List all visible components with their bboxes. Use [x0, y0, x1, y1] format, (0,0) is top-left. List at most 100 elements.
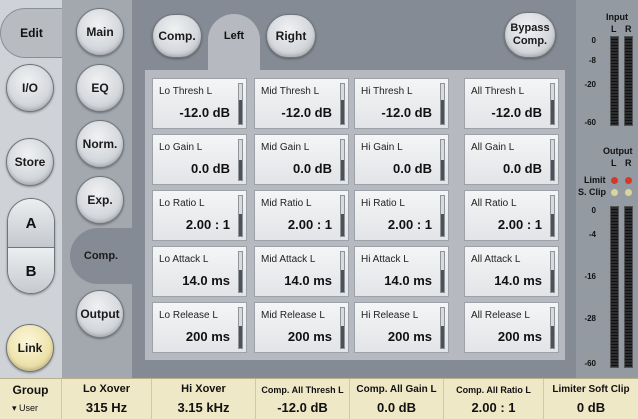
- param-slider-fill: [551, 160, 554, 180]
- param-cell[interactable]: All Gain L 0.0 dB: [464, 134, 559, 185]
- input-tick: -20: [584, 80, 596, 89]
- ab-selector: A B: [7, 198, 55, 294]
- right-channel-button[interactable]: Right: [266, 14, 316, 58]
- param-slider[interactable]: [340, 195, 345, 237]
- param-cell[interactable]: Lo Gain L 0.0 dB: [152, 134, 247, 185]
- comp-tab-label: Comp.: [158, 29, 196, 43]
- param-value: 200 ms: [387, 329, 432, 344]
- param-slider[interactable]: [550, 139, 555, 181]
- param-cell[interactable]: Lo Release L 200 ms: [152, 302, 247, 353]
- param-slider-fill: [441, 270, 444, 292]
- input-meter-title: Input: [606, 12, 628, 22]
- param-slider-fill: [441, 326, 444, 348]
- a-button[interactable]: A: [8, 199, 54, 247]
- param-cell[interactable]: Mid Gain L 0.0 dB: [254, 134, 349, 185]
- param-slider-fill: [441, 214, 444, 236]
- left-channel-tab[interactable]: Left: [208, 14, 260, 70]
- param-value: 14.0 ms: [284, 273, 332, 288]
- param-cell[interactable]: All Release L 200 ms: [464, 302, 559, 353]
- param-label: All Attack L: [471, 254, 521, 265]
- param-value: 2.00 : 1: [387, 217, 432, 232]
- param-cell[interactable]: All Attack L 14.0 ms: [464, 246, 559, 297]
- param-slider[interactable]: [440, 251, 445, 293]
- section-output-button[interactable]: Output: [76, 290, 124, 338]
- param-slider[interactable]: [238, 195, 243, 237]
- input-r-label: R: [625, 24, 632, 34]
- section-main-button[interactable]: Main: [76, 8, 124, 56]
- store-button-label: Store: [14, 155, 46, 169]
- param-cell[interactable]: Lo Ratio L 2.00 : 1: [152, 190, 247, 241]
- b-button[interactable]: B: [8, 247, 54, 293]
- section-exp-button[interactable]: Exp.: [76, 176, 124, 224]
- comp-all-thresh-field[interactable]: Comp. All Thresh L -12.0 dB: [256, 379, 350, 419]
- dropdown-arrow-icon: ▾: [12, 403, 17, 413]
- section-eq-button[interactable]: EQ: [76, 64, 124, 112]
- param-slider[interactable]: [238, 139, 243, 181]
- param-slider[interactable]: [238, 83, 243, 125]
- param-slider[interactable]: [440, 139, 445, 181]
- param-cell[interactable]: Mid Ratio L 2.00 : 1: [254, 190, 349, 241]
- comp-all-gain-value: 0.0 dB: [376, 400, 416, 415]
- param-slider[interactable]: [440, 195, 445, 237]
- comp-all-ratio-field[interactable]: Comp. All Ratio L 2.00 : 1: [444, 379, 544, 419]
- output-tick: -4: [588, 230, 596, 239]
- param-value: 0.0 dB: [190, 161, 230, 176]
- hi-xover-field[interactable]: Hi Xover 3.15 kHz: [152, 379, 256, 419]
- param-cell[interactable]: Hi Thresh L -12.0 dB: [354, 78, 449, 129]
- param-cell[interactable]: Mid Thresh L -12.0 dB: [254, 78, 349, 129]
- output-meter-l: [610, 206, 619, 368]
- param-cell[interactable]: All Ratio L 2.00 : 1: [464, 190, 559, 241]
- limit-led-r: [625, 177, 632, 184]
- hi-xover-title: Hi Xover: [181, 383, 226, 395]
- group-selector[interactable]: Group ▾ User: [0, 379, 62, 419]
- param-slider[interactable]: [440, 307, 445, 349]
- param-slider[interactable]: [340, 251, 345, 293]
- section-norm-label: Norm.: [82, 137, 118, 151]
- lo-xover-value: 315 Hz: [85, 400, 128, 415]
- param-slider[interactable]: [340, 83, 345, 125]
- param-slider-fill: [341, 326, 344, 348]
- param-label: Hi Thresh L: [361, 86, 413, 97]
- param-slider-fill: [239, 326, 242, 348]
- param-cell[interactable]: Lo Attack L 14.0 ms: [152, 246, 247, 297]
- param-cell[interactable]: Hi Release L 200 ms: [354, 302, 449, 353]
- param-cell[interactable]: Mid Attack L 14.0 ms: [254, 246, 349, 297]
- param-slider-fill: [239, 214, 242, 236]
- param-slider[interactable]: [340, 307, 345, 349]
- comp-all-gain-field[interactable]: Comp. All Gain L 0.0 dB: [350, 379, 444, 419]
- param-slider[interactable]: [340, 139, 345, 181]
- param-cell[interactable]: Hi Attack L 14.0 ms: [354, 246, 449, 297]
- lo-xover-field[interactable]: Lo Xover 315 Hz: [62, 379, 152, 419]
- param-slider[interactable]: [440, 83, 445, 125]
- param-cell[interactable]: Mid Release L 200 ms: [254, 302, 349, 353]
- store-button[interactable]: Store: [6, 138, 54, 186]
- param-label: Mid Gain L: [261, 142, 310, 153]
- link-button[interactable]: Link: [6, 324, 54, 372]
- limit-led-l: [611, 177, 618, 184]
- section-output-label: Output: [80, 307, 120, 321]
- param-cell[interactable]: Hi Ratio L 2.00 : 1: [354, 190, 449, 241]
- param-slider-fill: [551, 326, 554, 348]
- io-button-label: I/O: [21, 81, 38, 95]
- param-slider[interactable]: [550, 251, 555, 293]
- section-eq-label: EQ: [91, 81, 109, 95]
- section-comp-tab[interactable]: Comp.: [70, 228, 132, 284]
- edit-tab[interactable]: Edit: [0, 8, 62, 58]
- comp-tab-button[interactable]: Comp.: [152, 14, 202, 58]
- param-label: Hi Gain L: [361, 142, 403, 153]
- param-slider[interactable]: [550, 195, 555, 237]
- section-norm-button[interactable]: Norm.: [76, 120, 124, 168]
- param-slider-fill: [441, 160, 444, 180]
- param-cell[interactable]: Hi Gain L 0.0 dB: [354, 134, 449, 185]
- bypass-comp-button[interactable]: Bypass Comp.: [504, 12, 556, 58]
- param-cell[interactable]: Lo Thresh L -12.0 dB: [152, 78, 247, 129]
- param-cell[interactable]: All Thresh L -12.0 dB: [464, 78, 559, 129]
- param-slider-fill: [551, 100, 554, 124]
- param-slider[interactable]: [550, 307, 555, 349]
- param-slider[interactable]: [238, 307, 243, 349]
- limiter-soft-clip-field[interactable]: Limiter Soft Clip 0 dB: [544, 379, 638, 419]
- param-slider[interactable]: [238, 251, 243, 293]
- io-button[interactable]: I/O: [6, 64, 54, 112]
- section-exp-label: Exp.: [87, 193, 113, 207]
- param-slider[interactable]: [550, 83, 555, 125]
